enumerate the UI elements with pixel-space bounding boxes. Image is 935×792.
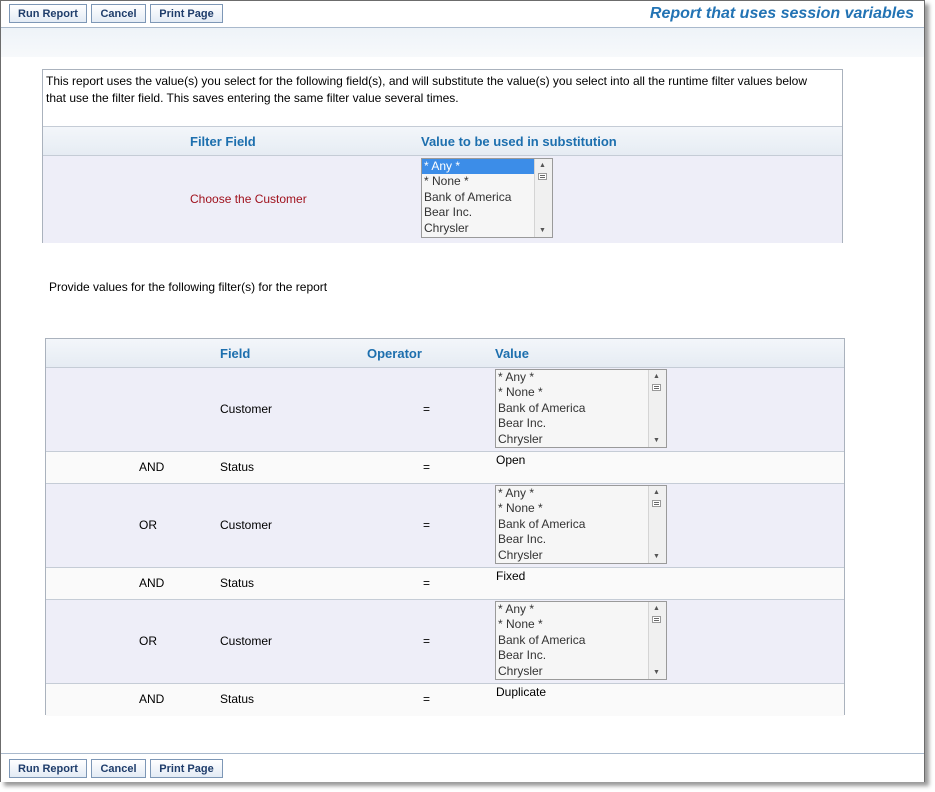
filter-conjunction: AND [139,692,165,706]
filter-field: Status [220,460,255,474]
scroll-up-icon[interactable]: ▲ [653,605,660,612]
filter-operator: = [423,518,431,532]
listbox-option[interactable]: * None * [422,174,536,189]
filter-conjunction: OR [139,518,157,532]
scroll-down-icon[interactable]: ▼ [539,227,546,234]
filter-field: Customer [220,402,273,416]
scroll-down-icon[interactable]: ▼ [653,437,660,444]
listbox-scrollbar[interactable]: ▲ ▼ [648,486,666,563]
listbox-scrollbar[interactable]: ▲ ▼ [648,602,666,679]
scroll-down-icon[interactable]: ▼ [653,669,660,676]
filter-conjunction: AND [139,576,165,590]
listbox-option[interactable]: Chrysler [496,548,610,563]
listbox-option[interactable]: Chrysler [496,432,610,447]
listbox-option[interactable]: * Any * [496,370,610,385]
value-substitution-header: Value to be used in substitution [421,134,617,149]
filter-field: Status [220,692,255,706]
listbox-option[interactable]: Bank of America [422,190,536,205]
filter-operator: = [423,402,431,416]
filter-operator: = [423,692,431,706]
bottom-toolbar: Run Report Cancel Print Page [1,753,924,782]
status-value: Fixed [496,569,526,583]
listbox-option[interactable]: * Any * [422,159,536,175]
listbox-option[interactable]: * None * [496,385,610,400]
filters-panel: Field Operator Value Customer = * Any * * N… [45,338,845,716]
filter-row: AND Status = Duplicate [46,684,844,716]
filter-field: Customer [220,518,273,532]
listbox-option[interactable]: * Any * [496,602,610,617]
filter-operator: = [423,576,431,590]
listbox-option[interactable]: Bear Inc. [422,205,536,220]
filter-row: AND Status = Fixed [46,568,844,600]
filter-label: Choose the Customer [190,192,307,206]
listbox-scrollbar[interactable]: ▲ ▼ [648,370,666,447]
filters-header: Field Operator Value [46,339,844,368]
customer-filter-listbox[interactable]: * Any * * None * Bank of America Bear Inc. C… [495,485,667,564]
filter-row: Customer = * Any * * None * Bank of America B… [46,368,844,452]
scroll-up-icon[interactable]: ▲ [653,373,660,380]
filter-row: OR Customer = * Any * * None * Bank of Americ… [46,600,844,684]
substitution-intro: This report uses the value(s) you select… [46,74,808,105]
customer-substitution-listbox[interactable]: * Any * * None * Bank of America Bear Inc. C… [421,158,553,238]
customer-filter-listbox[interactable]: * Any * * None * Bank of America Bear Inc. C… [495,369,667,448]
run-report-button[interactable]: Run Report [9,4,87,23]
substitution-header: Filter Field Value to be used in substit… [43,126,842,156]
listbox-option[interactable]: Chrysler [496,664,610,679]
cancel-button-bottom[interactable]: Cancel [91,759,146,778]
substitution-row: Choose the Customer * Any * * None * Bank … [43,156,842,243]
filter-field: Customer [220,634,273,648]
print-page-button[interactable]: Print Page [150,4,223,23]
status-value: Open [496,453,526,467]
listbox-option[interactable]: * Any * [496,486,610,501]
listbox-option[interactable]: Bear Inc. [496,648,610,663]
filter-row: AND Status = Open [46,452,844,484]
filters-section-label: Provide values for the following filter(… [49,280,328,294]
scroll-grip-icon[interactable] [652,500,661,507]
scroll-grip-icon[interactable] [538,173,547,180]
header-band [1,27,924,57]
operator-header: Operator [367,346,422,361]
listbox-option[interactable]: Bear Inc. [496,532,610,547]
value-header: Value [495,346,529,361]
page-title: Report that uses session variables [649,5,914,22]
status-value: Duplicate [496,685,547,699]
filter-field: Status [220,576,255,590]
report-window: Run Report Cancel Print Page Report that… [0,0,925,782]
filter-conjunction: OR [139,634,157,648]
filter-operator: = [423,460,431,474]
listbox-option[interactable]: Chrysler [422,221,536,236]
listbox-option[interactable]: * None * [496,617,610,632]
filter-row: OR Customer = * Any * * None * Bank of Americ… [46,484,844,568]
top-toolbar: Run Report Cancel Print Page Report that… [1,1,924,27]
listbox-option[interactable]: Bear Inc. [496,416,610,431]
scroll-grip-icon[interactable] [652,384,661,391]
listbox-option[interactable]: * None * [496,501,610,516]
listbox-scrollbar[interactable]: ▲ ▼ [534,159,552,237]
scroll-up-icon[interactable]: ▲ [653,489,660,496]
scroll-grip-icon[interactable] [652,616,661,623]
filter-conjunction: AND [139,460,165,474]
scroll-up-icon[interactable]: ▲ [539,162,546,169]
customer-filter-listbox[interactable]: * Any * * None * Bank of America Bear Inc. C… [495,601,667,680]
substitution-panel: This report uses the value(s) you select… [42,69,843,243]
run-report-button-bottom[interactable]: Run Report [9,759,87,778]
listbox-option[interactable]: Bank of America [496,633,610,648]
filter-field-header: Filter Field [190,134,256,149]
print-page-button-bottom[interactable]: Print Page [150,759,223,778]
scroll-down-icon[interactable]: ▼ [653,553,660,560]
listbox-option[interactable]: Bank of America [496,401,610,416]
cancel-button[interactable]: Cancel [91,4,146,23]
listbox-option[interactable]: Bank of America [496,517,610,532]
filter-operator: = [423,634,431,648]
field-header: Field [220,346,251,361]
